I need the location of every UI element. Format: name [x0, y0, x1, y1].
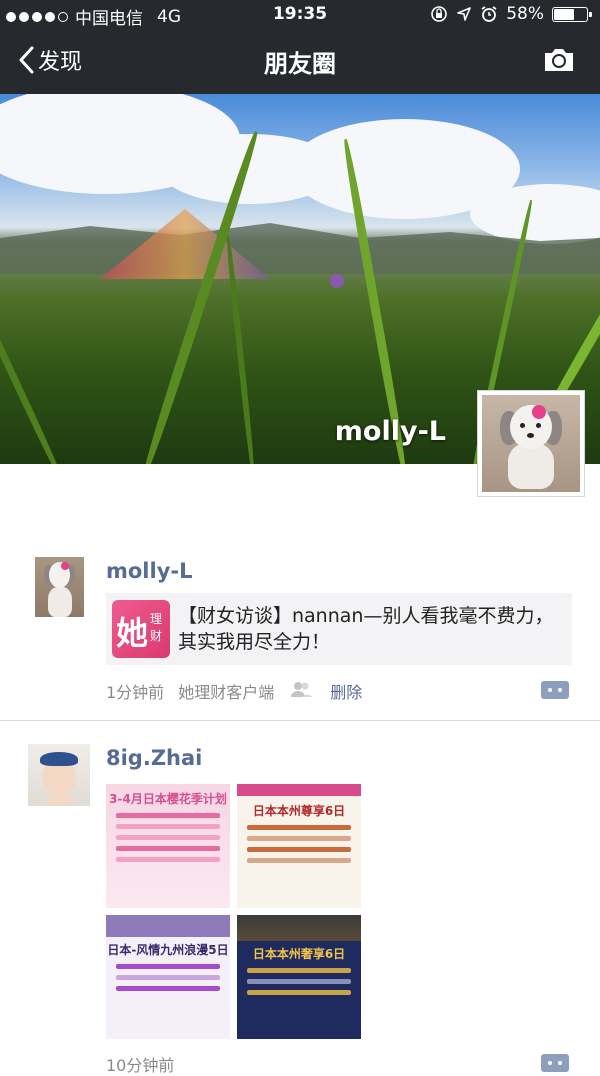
post-time: 1分钟前	[106, 683, 165, 702]
poster-image[interactable]: 日本本州奢享6日	[237, 915, 361, 1039]
dot-icon	[548, 1061, 552, 1065]
poster-line	[247, 836, 351, 841]
poster-line	[116, 846, 220, 851]
poster-line	[247, 858, 351, 863]
location-icon	[457, 7, 472, 21]
cover-username: molly-L	[334, 416, 446, 447]
dog-body	[48, 587, 72, 617]
poster-title: 日本本州奢享6日	[252, 947, 346, 961]
battery-percent: 58%	[506, 4, 544, 24]
poster-line	[247, 847, 351, 852]
post-divider	[0, 720, 600, 721]
nav-bar: 发现 朋友圈	[0, 30, 600, 94]
dog-illustration	[35, 557, 84, 617]
link-title: 【财女访谈】nannan—别人看我毫不费力，其实我用尽全力！	[178, 605, 554, 653]
poster-image[interactable]: 3-4月日本樱花季计划	[106, 784, 230, 908]
battery-fill	[554, 8, 574, 20]
baby-body	[46, 796, 72, 806]
comment-button[interactable]	[541, 1054, 569, 1072]
post-avatar[interactable]	[28, 744, 90, 806]
poster-line	[116, 964, 220, 969]
post-author[interactable]: 8ig.Zhai	[106, 746, 202, 770]
status-bar: 中国电信 4G 19:35 58%	[0, 0, 600, 30]
dog-eye	[520, 423, 525, 428]
grass-blade	[330, 274, 344, 288]
app-logo-icon: 她 理财	[112, 600, 170, 658]
poster-image[interactable]: 日本-风情九州浪漫5日	[106, 915, 230, 1039]
poster-title: 日本本州尊享6日	[252, 804, 346, 818]
grass-blade	[0, 246, 67, 464]
poster-line	[116, 986, 220, 991]
page-title: 朋友圈	[264, 50, 336, 78]
poster-line	[247, 979, 351, 984]
profile-avatar[interactable]	[477, 390, 585, 497]
poster-title: 日本-风情九州浪漫5日	[107, 943, 229, 957]
camera-icon	[545, 49, 573, 71]
dog-avatar-image	[482, 395, 580, 492]
post-author[interactable]: molly-L	[106, 559, 193, 583]
rotation-lock-icon	[431, 6, 448, 22]
status-icons: 58%	[430, 4, 592, 24]
headband	[40, 752, 78, 766]
shared-link-card[interactable]: 她 理财 【财女访谈】nannan—别人看我毫不费力，其实我用尽全力！	[106, 593, 572, 665]
logo-sub-text: 理财	[150, 612, 163, 643]
flower-icon	[532, 405, 546, 419]
logo-char: 她	[116, 614, 149, 652]
poster-image[interactable]: 日本本州尊享6日	[237, 784, 361, 908]
poster-line	[116, 824, 220, 829]
dog-illustration	[482, 395, 580, 492]
battery-icon	[552, 6, 592, 22]
dog-body	[508, 443, 554, 489]
post-avatar[interactable]	[35, 557, 84, 617]
alarm-icon	[481, 6, 497, 22]
post-meta: 10分钟前	[106, 1052, 174, 1076]
top-bar: 中国电信 4G 19:35 58% 发现 朋友圈	[0, 0, 600, 94]
image-grid: 3-4月日本樱花季计划 日本本州尊享6日 日本-风情九州浪漫5日 日本本州奢享6…	[106, 784, 362, 1040]
dot-icon	[548, 688, 552, 692]
poster-line	[247, 990, 351, 995]
comment-button[interactable]	[541, 681, 569, 699]
poster-title: 3-4月日本樱花季计划	[109, 792, 227, 806]
poster-line	[116, 813, 220, 818]
flower-icon	[61, 562, 69, 570]
dot-icon	[558, 1061, 562, 1065]
dot-icon	[558, 688, 562, 692]
dog-eye	[536, 423, 541, 428]
poster-line	[116, 975, 220, 980]
cloud-shape	[470, 184, 600, 244]
poster-line	[116, 857, 220, 862]
poster-line	[116, 835, 220, 840]
delete-button[interactable]: 删除	[330, 679, 362, 703]
poster-line	[247, 968, 351, 973]
dog-nose	[527, 433, 534, 438]
post-meta: 1分钟前 她理财客户端 删除	[106, 679, 362, 703]
people-icon	[290, 681, 313, 701]
poster-line	[247, 825, 351, 830]
post-source[interactable]: 她理财客户端	[178, 679, 274, 703]
post-time: 10分钟前	[106, 1056, 175, 1075]
camera-button[interactable]	[542, 46, 576, 78]
